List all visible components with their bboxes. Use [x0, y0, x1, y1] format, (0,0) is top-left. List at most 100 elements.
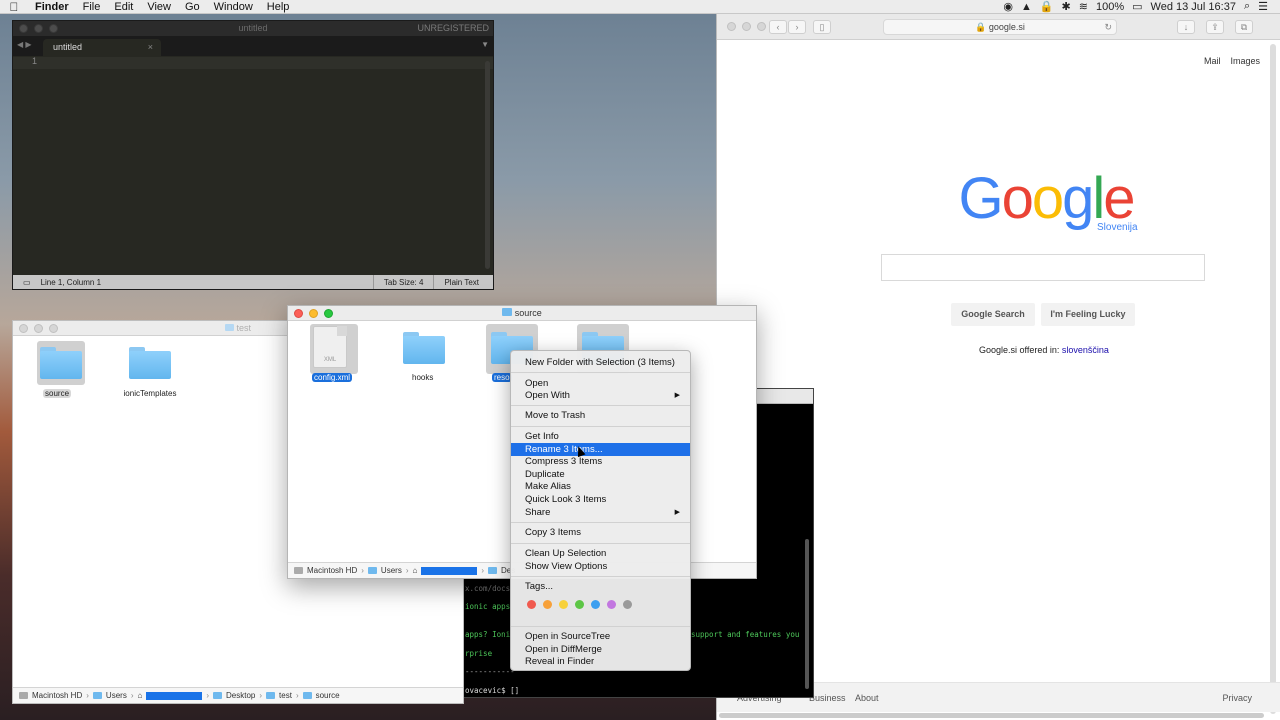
adobe-icon[interactable]: ▲: [1021, 1, 1032, 13]
back-button[interactable]: ‹: [769, 20, 787, 34]
forward-button[interactable]: ›: [788, 20, 806, 34]
minimize-window-button[interactable]: [742, 22, 751, 31]
menu-file[interactable]: File: [76, 1, 108, 13]
tab-nav-arrows-icon[interactable]: ◀ ▶: [17, 40, 32, 49]
title-bar[interactable]: untitled UNREGISTERED: [13, 21, 493, 36]
path-item[interactable]: Users: [106, 691, 127, 700]
menu-item-reveal-in-finder[interactable]: Reveal in Finder: [511, 655, 690, 668]
home-icon: ⌂: [137, 691, 143, 700]
file-label-config-xml[interactable]: config.xml: [312, 373, 353, 382]
lock-icon[interactable]: 🔒: [1040, 0, 1054, 13]
menu-view[interactable]: View: [140, 1, 178, 13]
menu-edit[interactable]: Edit: [107, 1, 140, 13]
tab-untitled[interactable]: untitled ×: [43, 39, 161, 56]
path-item[interactable]: Desktop: [226, 691, 255, 700]
tag-blue[interactable]: [591, 600, 600, 609]
google-search-button[interactable]: Google Search: [951, 303, 1035, 326]
menu-item-show-view-options[interactable]: Show View Options: [511, 560, 690, 573]
tab-menu-icon[interactable]: ▼: [481, 40, 489, 49]
path-item[interactable]: Users: [381, 566, 402, 575]
reload-icon[interactable]: ↻: [1104, 20, 1112, 34]
close-tab-icon[interactable]: ×: [148, 42, 153, 52]
share-icon[interactable]: ⇪: [1206, 20, 1224, 34]
menu-window[interactable]: Window: [207, 1, 260, 13]
menu-go[interactable]: Go: [178, 1, 207, 13]
horizontal-scrollbar[interactable]: [719, 713, 1264, 718]
folder-icon[interactable]: [129, 347, 171, 379]
notification-center-icon[interactable]: ☰: [1258, 0, 1268, 13]
folder-label-ionictemplates[interactable]: ionicTemplates: [117, 389, 183, 398]
terminal-scrollbar[interactable]: [805, 539, 809, 689]
downloads-icon[interactable]: ↓: [1177, 20, 1195, 34]
folder-label-hooks[interactable]: hooks: [412, 373, 433, 382]
path-item[interactable]: source: [316, 691, 340, 700]
bluetooth-icon[interactable]: ✱: [1062, 0, 1071, 13]
tag-green[interactable]: [575, 600, 584, 609]
battery-icon[interactable]: ▭: [1132, 0, 1142, 13]
sidebar-icon[interactable]: ▯: [813, 20, 831, 34]
tabs-overview-icon[interactable]: ⧉: [1235, 20, 1253, 34]
about-link[interactable]: About: [855, 693, 879, 703]
privacy-link[interactable]: Privacy: [1222, 693, 1252, 703]
spotlight-icon[interactable]: ⌕: [1244, 0, 1250, 13]
menu-item-open-in-sourcetree[interactable]: Open in SourceTree: [511, 630, 690, 643]
file-badge: XML: [323, 357, 337, 363]
editor-scrollbar[interactable]: [485, 61, 490, 269]
close-window-button[interactable]: [727, 22, 736, 31]
folder-icon: [302, 692, 312, 699]
address-bar[interactable]: 🔒 google.si ↻: [883, 19, 1117, 35]
folder-icon[interactable]: [403, 332, 445, 364]
folder-label-source[interactable]: source: [43, 389, 72, 398]
clock[interactable]: Wed 13 Jul 16:37: [1151, 1, 1236, 13]
panel-toggle-icon[interactable]: ▭: [13, 278, 41, 287]
menu-item-compress[interactable]: Compress 3 Items: [511, 455, 690, 468]
folder-label-resources[interactable]: reso: [492, 373, 512, 382]
redacted-username[interactable]: [421, 566, 478, 575]
wifi-icon[interactable]: ≋: [1079, 0, 1088, 13]
search-input[interactable]: [881, 254, 1205, 281]
tag-red[interactable]: [527, 600, 536, 609]
tab-size[interactable]: Tab Size: 4: [374, 278, 434, 287]
folder-icon[interactable]: [40, 347, 82, 379]
status-bar: ▭ Line 1, Column 1 Tab Size: 4 Plain Tex…: [13, 275, 493, 289]
terminal-prompt[interactable]: ovacevic$ []: [465, 686, 519, 695]
syntax-mode[interactable]: Plain Text: [434, 278, 493, 287]
battery-percent[interactable]: 100%: [1096, 1, 1124, 13]
menu-item-share[interactable]: Share ▶: [511, 506, 690, 519]
menu-item-tags[interactable]: Tags...: [511, 580, 690, 593]
tag-purple[interactable]: [607, 600, 616, 609]
path-item[interactable]: Macintosh HD: [307, 566, 357, 575]
mail-link[interactable]: Mail: [1204, 56, 1221, 66]
redacted-username[interactable]: [146, 691, 203, 700]
safari-toolbar: ‹ › ▯ 🔒 google.si ↻ ↓ ⇪ ⧉: [717, 14, 1280, 40]
menu-help[interactable]: Help: [260, 1, 297, 13]
vertical-scrollbar[interactable]: [1270, 44, 1276, 714]
path-item[interactable]: Macintosh HD: [32, 691, 82, 700]
language-link[interactable]: slovenščina: [1062, 345, 1109, 355]
record-icon[interactable]: ◉: [1003, 0, 1013, 13]
menu-item-move-to-trash[interactable]: Move to Trash: [511, 409, 690, 422]
feeling-lucky-button[interactable]: I'm Feeling Lucky: [1041, 303, 1135, 326]
menu-item-clean-up-selection[interactable]: Clean Up Selection: [511, 547, 690, 560]
google-logo: Google: [958, 166, 1135, 231]
zoom-window-button[interactable]: [757, 22, 766, 31]
tag-colors: [527, 600, 632, 609]
title-bar[interactable]: source: [288, 306, 756, 321]
menu-item-get-info[interactable]: Get Info: [511, 430, 690, 443]
menu-item-make-alias[interactable]: Make Alias: [511, 480, 690, 493]
menu-item-open-with[interactable]: Open With ▶: [511, 389, 690, 402]
xml-file-icon[interactable]: XML: [313, 326, 347, 368]
menu-item-copy[interactable]: Copy 3 Items: [511, 526, 690, 539]
business-link[interactable]: Business: [809, 693, 846, 703]
apple-menu-icon[interactable]: : [0, 0, 28, 14]
tag-gray[interactable]: [623, 600, 632, 609]
path-item[interactable]: test: [279, 691, 292, 700]
menu-item-label: Open With: [525, 390, 570, 401]
images-link[interactable]: Images: [1230, 56, 1260, 66]
menu-finder[interactable]: Finder: [28, 1, 76, 13]
tag-orange[interactable]: [543, 600, 552, 609]
menu-item-new-folder-with-selection[interactable]: New Folder with Selection (3 Items): [511, 356, 690, 369]
tag-yellow[interactable]: [559, 600, 568, 609]
folder-icon: [266, 692, 276, 699]
menu-item-quick-look[interactable]: Quick Look 3 Items: [511, 493, 690, 506]
